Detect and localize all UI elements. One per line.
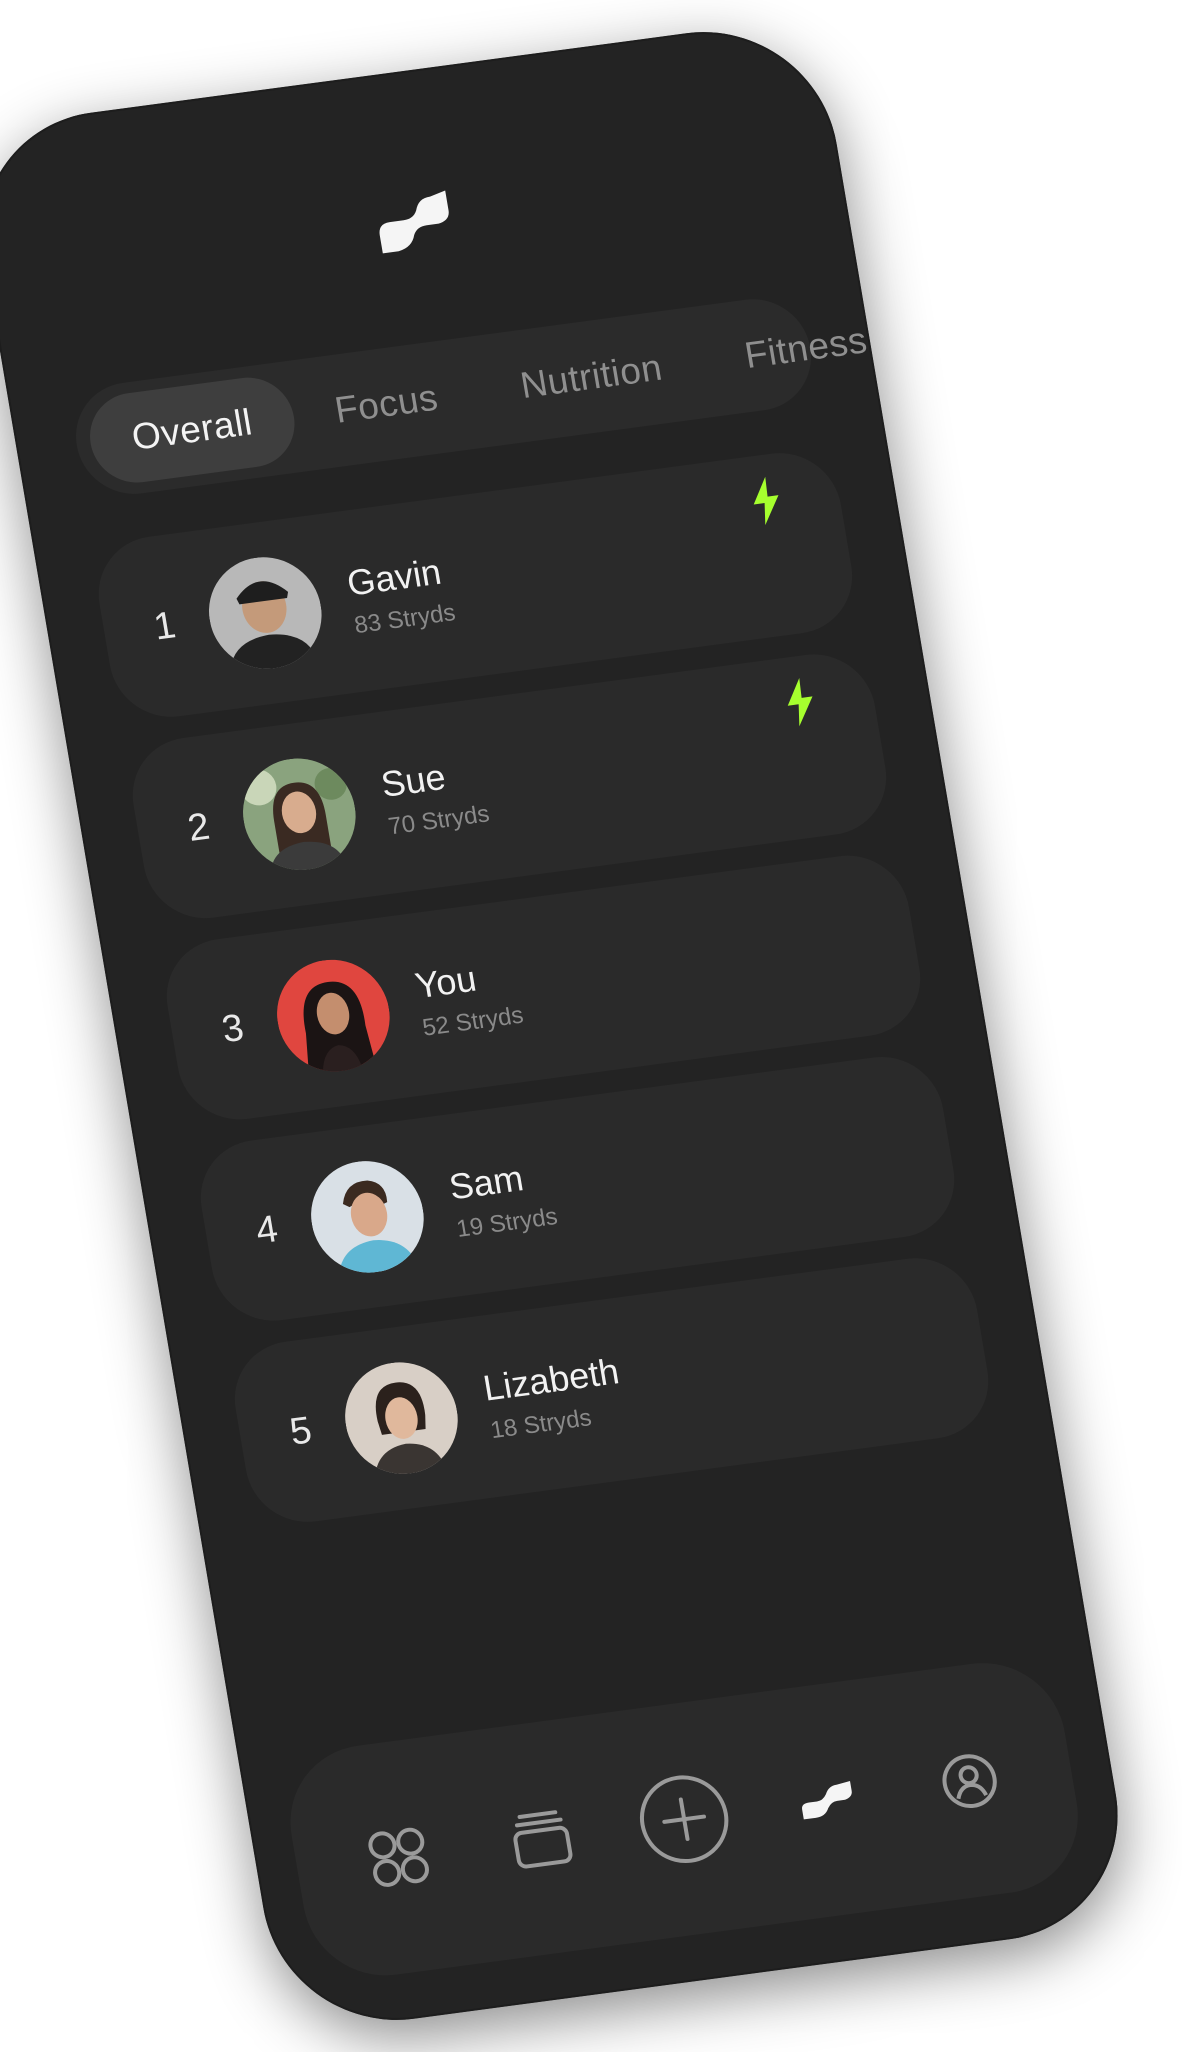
user-info: Sam 19 Stryds xyxy=(446,1154,560,1244)
rank-number: 3 xyxy=(218,1006,247,1051)
user-name: You xyxy=(412,957,480,1007)
profile-icon xyxy=(942,1754,997,1809)
tab-focus[interactable]: Focus xyxy=(286,347,487,461)
user-info: Lizabeth 18 Stryds xyxy=(480,1350,628,1445)
grid-circles-icon xyxy=(368,1827,429,1887)
user-score: 52 Stryds xyxy=(420,1001,526,1042)
rank-number: 1 xyxy=(150,603,179,649)
bolt-icon xyxy=(753,476,779,526)
user-info: Sue 70 Stryds xyxy=(378,751,492,841)
user-score: 83 Stryds xyxy=(352,599,458,640)
add-circle-icon xyxy=(639,1775,729,1864)
avatar-photo xyxy=(234,751,365,877)
nav-profile[interactable] xyxy=(906,1720,1033,1843)
tab-nutrition[interactable]: Nutrition xyxy=(472,317,711,436)
avatar xyxy=(336,1355,467,1481)
user-info: Gavin 83 Stryds xyxy=(344,550,458,640)
rank-number: 2 xyxy=(184,805,213,850)
stage: Overall Focus Nutrition Fitness 1 Gavin xyxy=(0,0,1182,2052)
nav-add[interactable] xyxy=(620,1758,747,1881)
user-score: 70 Stryds xyxy=(386,800,492,841)
nav-home[interactable] xyxy=(335,1796,462,1919)
tab-overall[interactable]: Overall xyxy=(83,372,302,489)
user-name: Lizabeth xyxy=(480,1350,622,1409)
nav-cards[interactable] xyxy=(478,1777,605,1900)
user-score: 19 Stryds xyxy=(454,1202,560,1243)
rank-number: 4 xyxy=(252,1207,281,1252)
avatar xyxy=(200,550,331,676)
app-logo-icon xyxy=(379,190,449,254)
phone-screen: Overall Focus Nutrition Fitness 1 Gavin xyxy=(0,16,1138,2036)
nav-stryds[interactable] xyxy=(763,1739,890,1862)
stryd-logo-icon xyxy=(802,1780,852,1820)
rank-number: 5 xyxy=(286,1408,315,1454)
user-info: You 52 Stryds xyxy=(412,952,526,1042)
leaderboard-list: 1 Gavin 83 Stryds 2 Sue 70 Stryds 3 You … xyxy=(89,445,1002,1551)
avatar-photo xyxy=(268,952,399,1079)
avatar-photo xyxy=(336,1355,467,1481)
tab-fitness[interactable]: Fitness xyxy=(696,290,916,406)
avatar-photo xyxy=(302,1154,433,1280)
bottom-nav xyxy=(278,1653,1091,1986)
avatar xyxy=(268,952,399,1079)
user-name: Sue xyxy=(378,755,449,805)
avatar xyxy=(302,1154,433,1280)
avatar-photo xyxy=(200,550,331,676)
cards-stack-icon xyxy=(513,1810,573,1869)
avatar xyxy=(234,751,365,877)
user-name: Sam xyxy=(446,1157,527,1208)
bolt-icon xyxy=(787,677,813,727)
user-name: Gavin xyxy=(344,550,445,604)
